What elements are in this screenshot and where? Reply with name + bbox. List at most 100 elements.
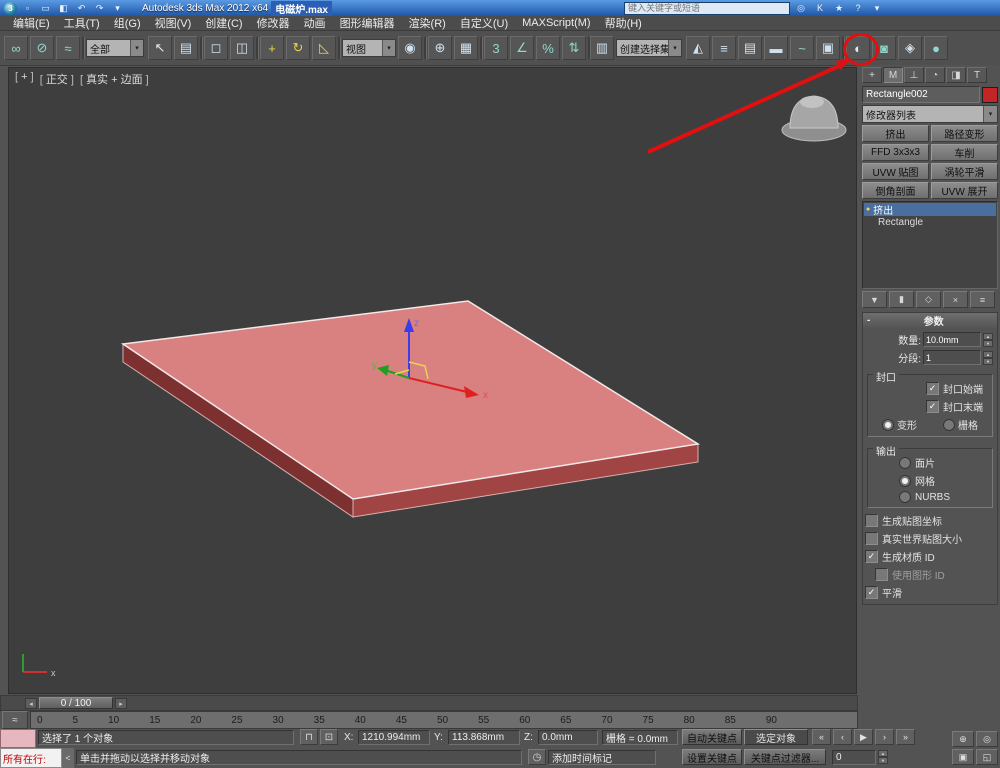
- modifier-button-extrude[interactable]: 挤出: [862, 125, 929, 142]
- select-and-link-icon[interactable]: ∞: [4, 36, 28, 60]
- menu-tools[interactable]: 工具(T): [57, 16, 107, 30]
- undo-icon[interactable]: ↶: [74, 2, 89, 15]
- window-crossing-icon[interactable]: ◫: [230, 36, 254, 60]
- redo-icon[interactable]: ↷: [92, 2, 107, 15]
- help-dropdown-icon[interactable]: ▾: [869, 2, 885, 15]
- select-and-rotate-icon[interactable]: ↻: [286, 36, 310, 60]
- listener-splitter-handle[interactable]: <: [62, 748, 74, 768]
- spinner-up-icon[interactable]: ▲: [983, 332, 993, 340]
- stack-item-extrude[interactable]: ● 挤出: [864, 203, 996, 217]
- go-to-start-button[interactable]: «: [812, 729, 831, 745]
- time-slider-track[interactable]: ◂ 0 / 100 ▸: [0, 695, 858, 711]
- show-end-result-icon[interactable]: ▮: [889, 291, 914, 308]
- next-frame-button[interactable]: ›: [875, 729, 894, 745]
- make-unique-icon[interactable]: ◇: [916, 291, 941, 308]
- configure-modifier-sets-icon[interactable]: ≡: [970, 291, 995, 308]
- mesh-radio[interactable]: [899, 474, 911, 487]
- time-tag-icon[interactable]: ◷: [528, 749, 546, 765]
- pin-stack-icon[interactable]: ▼: [862, 291, 887, 308]
- set-key-button[interactable]: 设置关键点: [682, 749, 742, 765]
- bind-to-space-warp-icon[interactable]: ≈: [56, 36, 80, 60]
- modifier-button-uvw-map[interactable]: UVW 贴图: [862, 163, 929, 180]
- auto-key-button[interactable]: 自动关键点: [682, 729, 742, 745]
- modifier-enabled-bulb-icon[interactable]: ●: [866, 206, 870, 213]
- x-coordinate-field[interactable]: 1210.994mm: [358, 730, 430, 745]
- viewcube[interactable]: [781, 95, 847, 142]
- material-editor-icon[interactable]: ◐: [846, 36, 870, 60]
- menu-group[interactable]: 组(G): [107, 16, 148, 30]
- graphite-ribbon-toggle-icon[interactable]: ▬: [764, 36, 788, 60]
- rectangular-selection-region-icon[interactable]: ◻: [204, 36, 228, 60]
- mirror-icon[interactable]: ◭: [686, 36, 710, 60]
- object-name-field[interactable]: Rectangle002: [862, 86, 980, 103]
- modifier-list-dropdown[interactable]: 修改器列表 ▾: [862, 105, 998, 123]
- dropdown-arrow-icon[interactable]: ▾: [983, 106, 997, 122]
- cap-end-checkbox[interactable]: ✓: [926, 400, 939, 413]
- spinner-down-icon[interactable]: ▼: [983, 357, 993, 365]
- viewport-general-menu[interactable]: +: [15, 71, 34, 87]
- time-slider-prev-icon[interactable]: ◂: [25, 698, 37, 709]
- spinner-down-icon[interactable]: ▼: [983, 339, 993, 347]
- modifier-button-lathe[interactable]: 车削: [931, 144, 998, 161]
- named-selection-sets-dropdown[interactable]: 创建选择集 ▾: [616, 39, 682, 57]
- infocenter-search-input[interactable]: [624, 1, 790, 15]
- generate-mapping-coords-checkbox[interactable]: [865, 514, 878, 527]
- time-slider-handle[interactable]: 0 / 100: [39, 697, 113, 709]
- dropdown-arrow-icon[interactable]: ▾: [382, 40, 395, 56]
- real-world-map-size-checkbox[interactable]: [865, 532, 878, 545]
- key-filters-button[interactable]: 关键点过滤器...: [744, 749, 826, 765]
- menu-customize[interactable]: 自定义(U): [453, 16, 515, 30]
- generate-material-ids-checkbox[interactable]: ✓: [865, 550, 878, 563]
- tab-modify-icon[interactable]: M: [883, 67, 903, 83]
- nurbs-radio[interactable]: [899, 491, 911, 503]
- segments-spinner[interactable]: ▲ ▼: [983, 350, 993, 365]
- previous-frame-button[interactable]: ‹: [833, 729, 852, 745]
- segments-field[interactable]: 1: [923, 350, 981, 365]
- unlink-selection-icon[interactable]: ⊘: [30, 36, 54, 60]
- dropdown-arrow-icon[interactable]: ▾: [130, 40, 143, 56]
- tab-create-icon[interactable]: +: [862, 67, 882, 83]
- spinner-down-icon[interactable]: ▼: [878, 757, 888, 764]
- dropdown-arrow-icon[interactable]: ▾: [668, 40, 681, 56]
- smooth-checkbox[interactable]: ✓: [865, 586, 878, 599]
- selection-filter-dropdown[interactable]: 全部 ▾: [86, 39, 144, 57]
- amount-field[interactable]: 10.0mm: [923, 332, 981, 347]
- select-and-scale-icon[interactable]: ◺: [312, 36, 336, 60]
- modifier-button-ffd[interactable]: FFD 3x3x3: [862, 144, 929, 161]
- add-time-tag-field[interactable]: 添加时间标记: [548, 750, 656, 765]
- go-to-end-button[interactable]: »: [896, 729, 915, 745]
- curve-editor-icon[interactable]: ~: [790, 36, 814, 60]
- schematic-view-icon[interactable]: ▣: [816, 36, 840, 60]
- snaps-toggle-3d-icon[interactable]: 3: [484, 36, 508, 60]
- modifier-button-turbosmooth[interactable]: 涡轮平滑: [931, 163, 998, 180]
- spinner-up-icon[interactable]: ▲: [878, 750, 888, 757]
- tab-motion-icon[interactable]: ◔: [925, 67, 945, 83]
- menu-create[interactable]: 创建(C): [198, 16, 249, 30]
- open-mini-curve-editor-button[interactable]: ≈: [2, 711, 28, 729]
- menu-graph-editors[interactable]: 图形编辑器: [333, 16, 402, 30]
- viewport-pov-menu[interactable]: 正交: [40, 71, 74, 87]
- menu-animation[interactable]: 动画: [297, 16, 333, 30]
- layer-manager-icon[interactable]: ▤: [738, 36, 762, 60]
- use-shape-ids-checkbox[interactable]: [875, 568, 888, 581]
- select-and-manipulate-icon[interactable]: ⊕: [428, 36, 452, 60]
- absolute-offset-toggle-icon[interactable]: ⊡: [320, 729, 338, 745]
- z-coordinate-field[interactable]: 0.0mm: [538, 730, 598, 745]
- sign-in-key-icon[interactable]: K: [812, 2, 828, 15]
- quick-access-dropdown-icon[interactable]: ▾: [110, 2, 125, 15]
- menu-edit[interactable]: 编辑(E): [6, 16, 57, 30]
- time-slider-next-icon[interactable]: ▸: [115, 698, 127, 709]
- patch-radio[interactable]: [899, 456, 911, 469]
- current-frame-field[interactable]: 0: [832, 750, 876, 765]
- maxscript-mini-listener[interactable]: 所有在行:: [0, 748, 62, 768]
- menu-modifiers[interactable]: 修改器: [250, 16, 297, 30]
- zoom-extents-button[interactable]: ▣: [952, 749, 974, 765]
- extruded-plate-object[interactable]: [120, 300, 701, 518]
- tab-hierarchy-icon[interactable]: ⊥: [904, 67, 924, 83]
- menu-maxscript[interactable]: MAXScript(M): [515, 16, 597, 30]
- pan-view-button[interactable]: ⊕: [952, 731, 974, 747]
- select-object-icon[interactable]: ↖: [148, 36, 172, 60]
- grid-radio[interactable]: [943, 418, 955, 431]
- new-file-icon[interactable]: ▫: [20, 2, 35, 15]
- selection-lock-icon[interactable]: ⊓: [300, 729, 318, 745]
